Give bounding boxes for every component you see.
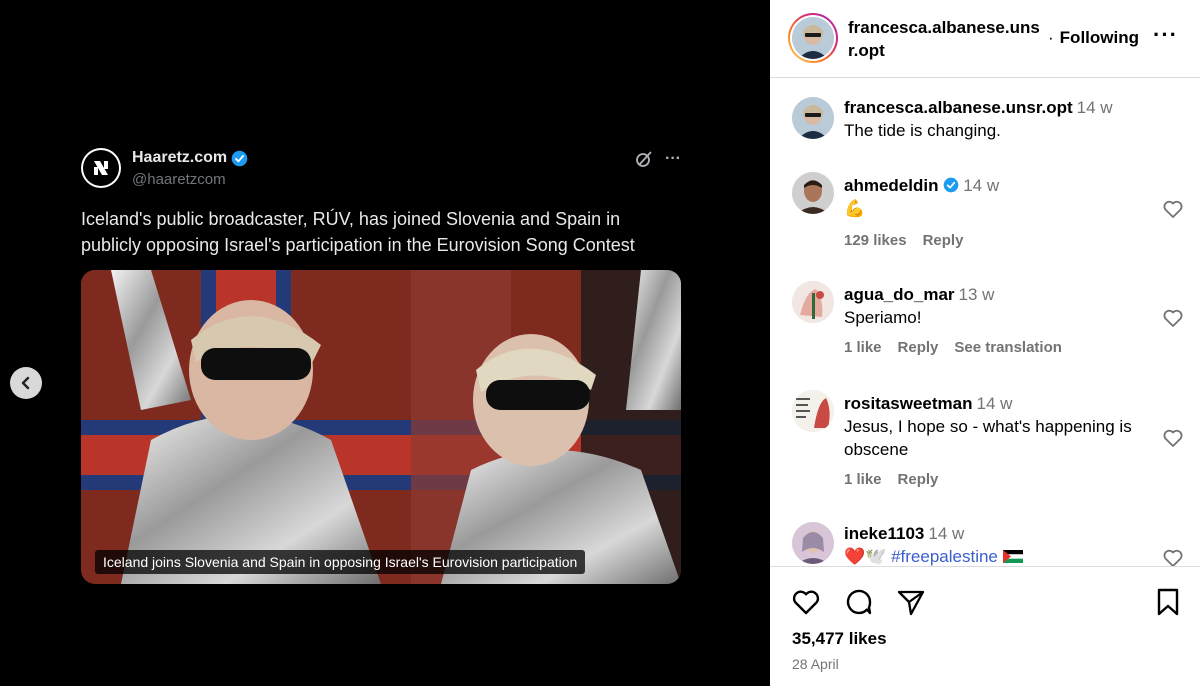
likes-count[interactable]: 35,477 likes — [792, 629, 887, 649]
post-sidebar: francesca.albanese.unsr.opt · Following ·… — [770, 0, 1200, 686]
avatar[interactable] — [792, 281, 834, 323]
photo-caption: Iceland joins Slovenia and Spain in oppo… — [95, 550, 586, 574]
story-ring[interactable] — [788, 13, 838, 63]
comments-list[interactable]: francesca.albanese.unsr.opt 14 w The tide… — [770, 79, 1200, 566]
comment-username[interactable]: agua_do_mar — [844, 285, 955, 304]
comment-body: agua_do_mar 13 w Speriamo! — [844, 283, 1154, 329]
comment-meta: 1 like Reply — [844, 471, 938, 488]
comment-time: 14 w — [963, 176, 1000, 195]
avatar — [792, 17, 834, 59]
verified-icon — [231, 150, 248, 166]
share-icon[interactable] — [895, 586, 927, 618]
comment-time: 14 w — [928, 524, 965, 543]
like-heart-icon[interactable] — [790, 586, 822, 618]
heart-icon[interactable] — [1161, 546, 1185, 566]
comment-text: The tide is changing. — [844, 121, 1001, 140]
comment-time: 13 w — [958, 285, 995, 304]
previous-slide-button[interactable] — [10, 367, 42, 399]
hashtag-link[interactable]: #freepalestine — [891, 547, 998, 566]
comment-time: 14 w — [1076, 98, 1113, 117]
following-button[interactable]: · Following — [1048, 28, 1139, 48]
comment-username[interactable]: ineke1103 — [844, 524, 924, 543]
tweet-more-icon: ··· — [665, 150, 681, 167]
tweet-author-name: Haaretz.com — [132, 149, 228, 166]
tweet-actions: ··· — [635, 150, 681, 168]
avatar[interactable] — [792, 172, 834, 214]
heart-icon[interactable] — [1161, 426, 1185, 450]
heart-icon[interactable] — [1161, 197, 1185, 221]
verified-icon — [943, 177, 959, 193]
bookmark-icon[interactable] — [1152, 586, 1184, 618]
comment-text: Jesus, I hope so - what's happening is o… — [844, 417, 1132, 459]
comment-meta: 1 like Reply See translation — [844, 339, 1062, 356]
comment-username[interactable]: rositasweetman — [844, 394, 973, 413]
comment-body: ineke1103 14 w ❤️🕊️ #freepalestine — [844, 522, 1154, 566]
post-username[interactable]: francesca.albanese.unsr.opt — [848, 16, 1043, 62]
reply-button[interactable]: Reply — [898, 339, 939, 356]
more-options-icon[interactable]: ··· — [1153, 22, 1178, 48]
tweet-header: Haaretz.com @haaretzcom ··· — [81, 146, 681, 190]
palestine-flag-icon — [1002, 550, 1023, 563]
see-translation-button[interactable]: See translation — [954, 339, 1062, 356]
tweet-handle: @haaretzcom — [132, 171, 226, 188]
comment-likes[interactable]: 1 like — [844, 339, 882, 356]
comment-username[interactable]: ahmedeldin — [844, 176, 938, 195]
heart-icon[interactable] — [1161, 306, 1185, 330]
post-actions: 35,477 likes 28 April — [770, 566, 1200, 686]
comment-body: francesca.albanese.unsr.opt 14 w The tide… — [844, 96, 1154, 142]
reply-button[interactable]: Reply — [923, 232, 964, 249]
avatar[interactable] — [792, 522, 834, 564]
comment-body: rositasweetman 14 w Jesus, I hope so - wh… — [844, 392, 1154, 461]
avatar[interactable] — [792, 390, 834, 432]
tweet-author: Haaretz.com — [132, 149, 248, 167]
media-panel: Haaretz.com @haaretzcom ··· Iceland's pu… — [0, 0, 770, 686]
comment-text: ❤️🕊️ — [844, 547, 887, 566]
post-header: francesca.albanese.unsr.opt · Following ·… — [770, 0, 1200, 78]
separator-dot: · — [1048, 28, 1054, 47]
comment-body: ahmedeldin 14 w 💪 — [844, 174, 1154, 220]
comment-time: 14 w — [976, 394, 1013, 413]
reply-button[interactable]: Reply — [898, 471, 939, 488]
haaretz-logo — [81, 148, 121, 188]
comment-likes[interactable]: 1 like — [844, 471, 882, 488]
tweet-screenshot: Haaretz.com @haaretzcom ··· Iceland's pu… — [81, 146, 681, 584]
tweet-text: Iceland's public broadcaster, RÚV, has j… — [81, 209, 635, 255]
photo-illustration — [81, 270, 681, 584]
comment-icon[interactable] — [843, 586, 875, 618]
comment-meta: 129 likes Reply — [844, 232, 963, 249]
comment-likes[interactable]: 129 likes — [844, 232, 907, 249]
tweet-photo: Iceland joins Slovenia and Spain in oppo… — [81, 270, 681, 584]
post-date: 28 April — [792, 656, 839, 672]
following-label: Following — [1059, 28, 1139, 47]
avatar[interactable] — [792, 97, 834, 139]
comment-username[interactable]: francesca.albanese.unsr.opt — [844, 98, 1073, 117]
comment-text: 💪 — [844, 199, 866, 218]
chevron-left-icon — [21, 376, 30, 390]
comment-text: Speriamo! — [844, 308, 922, 327]
grok-icon — [636, 151, 652, 167]
